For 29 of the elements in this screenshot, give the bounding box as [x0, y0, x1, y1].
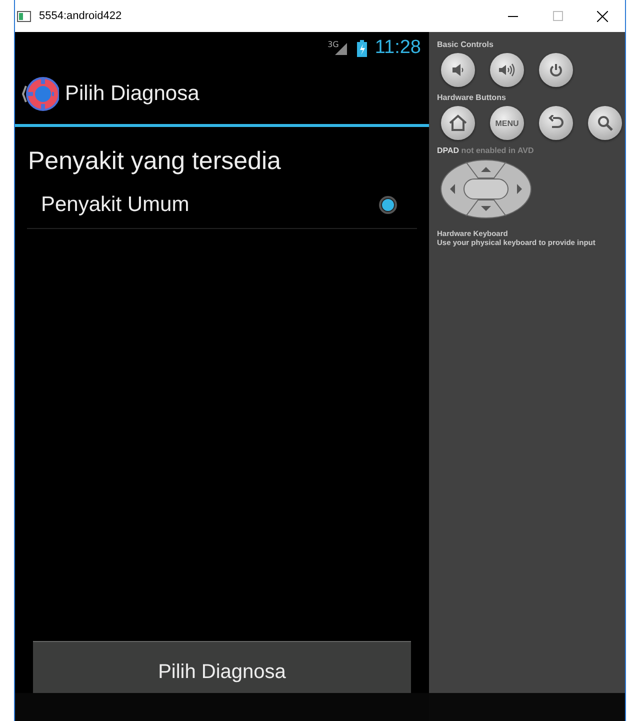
power-button[interactable] [539, 53, 573, 87]
home-button[interactable] [441, 106, 475, 140]
screen-title: Pilih Diagnosa [65, 82, 200, 106]
panel-heading: DPAD not enabled in AVD [437, 146, 535, 155]
power-icon [549, 63, 563, 77]
home-icon [448, 114, 468, 132]
search-icon [597, 115, 613, 131]
volume-up-button[interactable] [490, 53, 524, 87]
search-button[interactable] [588, 106, 622, 140]
back-button[interactable] [539, 106, 573, 140]
close-icon [597, 10, 608, 22]
window-title: 5554:android422 [39, 10, 123, 22]
option-row[interactable]: Penyakit Umum [27, 182, 417, 229]
speaker-icon [451, 63, 465, 77]
battery-icon [356, 40, 367, 56]
loud-speaker-icon [498, 63, 516, 77]
radio-button[interactable] [379, 196, 397, 214]
panel-heading: Basic Controls [437, 40, 494, 49]
maximize-icon [552, 11, 562, 21]
network-label: 3G [328, 40, 339, 49]
menu-button[interactable]: MENU [490, 106, 524, 140]
panel-heading: Hardware Buttons [437, 93, 507, 102]
option-label: Penyakit Umum [41, 193, 190, 217]
choose-diagnosis-button[interactable]: Pilih Diagnosa [33, 641, 411, 693]
volume-down-button[interactable] [441, 53, 475, 87]
app-logo-icon[interactable] [19, 74, 59, 114]
section-heading: Penyakit yang tersedia [28, 147, 282, 176]
clock-time: 11:28 [374, 37, 421, 59]
back-arrow-icon [548, 115, 564, 131]
